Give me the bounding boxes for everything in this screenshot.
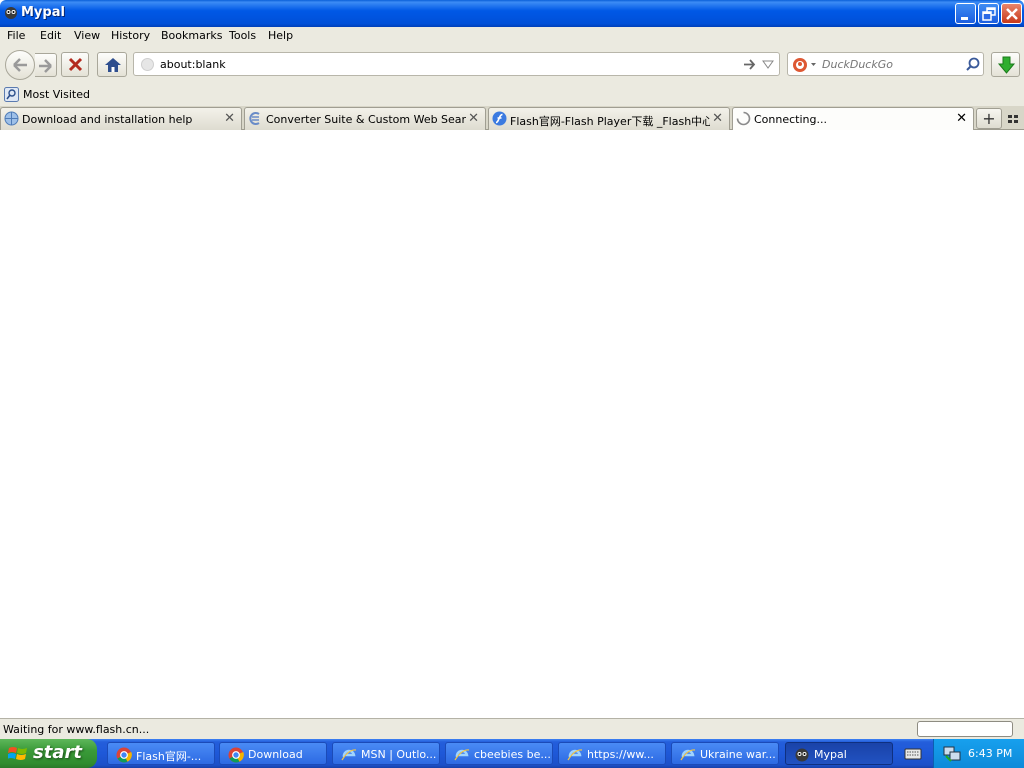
downloads-button[interactable] [991, 52, 1020, 77]
taskbar-item-label: cbeebies be... [474, 748, 550, 761]
download-arrow-icon [997, 56, 1016, 74]
page-content[interactable] [0, 130, 1024, 718]
taskbar-item-mypal[interactable]: Mypal [785, 742, 893, 765]
start-button[interactable]: start [0, 739, 97, 768]
ie-icon [680, 749, 696, 761]
taskbar-item-label: Flash官网-... [136, 750, 202, 763]
taskbar-item-label: MSN | Outlo... [361, 748, 437, 761]
tab-connecting[interactable]: Connecting... ✕ [732, 107, 974, 131]
navigation-toolbar [0, 46, 1024, 84]
taskbar-item-flash[interactable]: Flash官网-... [107, 742, 215, 765]
forward-arrow-icon [39, 59, 52, 73]
status-bar: Waiting for www.flash.cn... [0, 718, 1024, 739]
tab-flash-center[interactable]: Flash官网-Flash Player下载 _Flash中心 ✕ [488, 107, 730, 130]
chrome-icon [228, 747, 244, 763]
status-text: Waiting for www.flash.cn... [3, 723, 150, 736]
converter-icon [249, 112, 260, 125]
search-bar[interactable] [787, 52, 984, 76]
restore-icon [982, 7, 996, 21]
menu-edit[interactable]: Edit [40, 29, 61, 42]
taskbar-item-ukraine[interactable]: Ukraine war... [671, 742, 779, 765]
new-tab-button[interactable]: + [976, 108, 1002, 129]
taskbar-item-label: Download [248, 748, 303, 761]
keyboard-language-icon[interactable] [904, 746, 922, 761]
help-globe-icon [4, 111, 19, 126]
loading-progress-bar [917, 721, 1013, 737]
menu-bookmarks[interactable]: Bookmarks [161, 29, 222, 42]
url-dropdown-icon[interactable] [762, 60, 774, 69]
stop-button[interactable] [61, 52, 89, 77]
menu-tools[interactable]: Tools [229, 29, 256, 42]
tab-label: Download and installation help [22, 113, 193, 126]
page-identity-icon[interactable] [141, 58, 154, 71]
tab-close-icon[interactable]: ✕ [224, 111, 235, 126]
most-visited-bookmark[interactable]: Most Visited [23, 88, 90, 101]
close-icon [1006, 8, 1018, 20]
search-input[interactable] [822, 57, 957, 72]
url-input[interactable] [160, 56, 720, 72]
close-button[interactable] [1001, 3, 1022, 24]
menu-file[interactable]: File [7, 29, 25, 42]
tab-converter-suite[interactable]: Converter Suite & Custom Web Search ✕ [244, 107, 486, 130]
window-titlebar[interactable]: Mypal [0, 0, 1024, 27]
list-all-tabs-icon[interactable] [1006, 112, 1020, 126]
system-clock[interactable]: 6:43 PM [968, 747, 1012, 760]
tab-close-icon[interactable]: ✕ [468, 111, 479, 126]
chrome-icon [116, 747, 132, 763]
menu-bar: File Edit View History Bookmarks Tools H… [0, 27, 1024, 46]
minimize-icon [961, 17, 968, 20]
windows-flag-icon [8, 747, 27, 760]
taskbar-item-msn[interactable]: MSN | Outlo... [332, 742, 440, 765]
ie-icon [341, 749, 357, 761]
taskbar-item-https[interactable]: https://ww... [558, 742, 666, 765]
menu-help[interactable]: Help [268, 29, 293, 42]
tab-download-help[interactable]: Download and installation help ✕ [0, 107, 242, 130]
flash-icon [492, 111, 507, 126]
ie-icon [567, 749, 583, 761]
restore-button[interactable] [978, 3, 999, 24]
minimize-button[interactable] [955, 3, 976, 24]
taskbar-item-label: Mypal [814, 748, 847, 761]
duckduckgo-engine-icon[interactable] [792, 57, 818, 73]
home-button[interactable] [97, 52, 127, 77]
forward-button[interactable] [35, 53, 57, 77]
taskbar-item-label: https://ww... [587, 748, 654, 761]
ie-icon [454, 749, 470, 761]
tab-close-icon[interactable]: ✕ [956, 111, 967, 126]
most-visited-icon [4, 87, 19, 102]
start-label: start [33, 742, 82, 763]
mypal-app-icon [5, 7, 17, 19]
window-title: Mypal [21, 5, 65, 20]
tab-label: Converter Suite & Custom Web Search [266, 113, 466, 126]
system-tray: 6:43 PM [933, 739, 1024, 768]
loading-spinner-icon [736, 111, 751, 126]
back-arrow-icon [13, 58, 27, 72]
network-icon[interactable] [943, 745, 961, 762]
url-bar[interactable] [133, 52, 780, 76]
mypal-icon [795, 748, 809, 762]
tab-close-icon[interactable]: ✕ [712, 111, 723, 126]
taskbar-item-label: Ukraine war... [700, 748, 776, 761]
back-button[interactable] [5, 50, 35, 80]
taskbar-item-download[interactable]: Download [219, 742, 327, 765]
menu-view[interactable]: View [74, 29, 100, 42]
stop-x-icon [68, 57, 83, 72]
bookmarks-toolbar: Most Visited [0, 84, 1024, 106]
go-arrow-icon[interactable] [742, 58, 756, 71]
home-icon [105, 58, 121, 72]
tab-label: Flash官网-Flash Player下载 _Flash中心 [510, 115, 710, 128]
tab-strip: Download and installation help ✕ Convert… [0, 106, 1024, 131]
menu-history[interactable]: History [111, 29, 150, 42]
tab-label: Connecting... [754, 113, 827, 126]
plus-icon: + [982, 109, 996, 128]
taskbar-item-cbeebies[interactable]: cbeebies be... [445, 742, 553, 765]
search-icon[interactable] [965, 57, 980, 72]
taskbar: start Flash官网-... Download MSN | Outlo..… [0, 739, 1024, 768]
